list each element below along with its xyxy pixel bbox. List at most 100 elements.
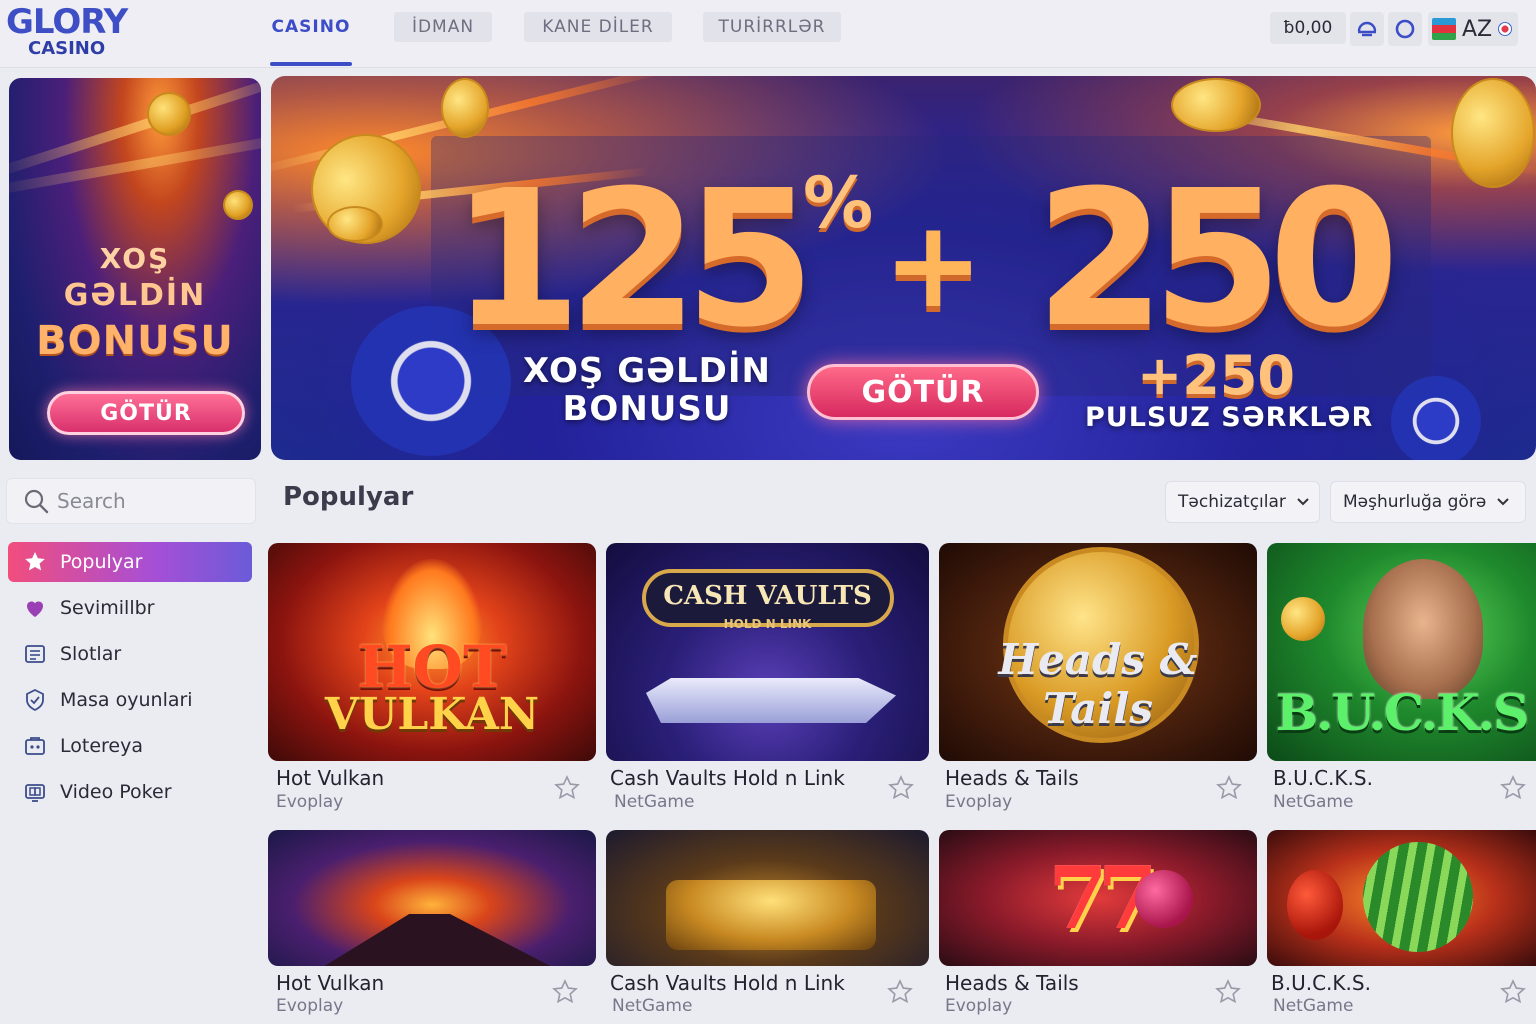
coin-icon (1451, 78, 1535, 188)
favorite-star-icon[interactable] (1214, 978, 1242, 1006)
side-promo-claim-button[interactable]: GÖTÜR (47, 391, 245, 435)
game-title[interactable]: Hot Vulkan (276, 971, 384, 995)
hero-banner[interactable]: 125 % + 250 XOŞ GƏLDİN BONUSU GÖTÜR +250… (271, 76, 1536, 460)
sidebar-item-sevimiller[interactable]: Sevimillbr (8, 588, 252, 628)
favorite-star-icon[interactable] (553, 774, 581, 802)
game-thumbnail[interactable]: CASH VAULTS HOLD N LINK (606, 543, 929, 761)
game-thumbnail[interactable] (268, 830, 596, 966)
favorite-star-icon[interactable] (1499, 978, 1527, 1006)
game-thumbnail[interactable] (606, 830, 929, 966)
coin-icon (147, 92, 191, 136)
favorite-star-icon[interactable] (551, 978, 579, 1006)
language-selector[interactable]: AZ (1428, 12, 1518, 46)
favorite-star-icon[interactable] (887, 774, 915, 802)
portrait-art (1363, 559, 1483, 699)
game-title[interactable]: Heads & Tails (945, 766, 1079, 790)
game-thumbnail[interactable]: 77 (939, 830, 1257, 966)
promo-title-line2: GƏLDİN (63, 278, 207, 313)
logo[interactable]: GLORY CASINO (6, 2, 146, 62)
tab-idman[interactable]: İDMAN (394, 12, 492, 42)
bonus-percent-value: 125 (451, 150, 815, 369)
balance-display[interactable]: ƀ0,00 (1270, 12, 1346, 44)
sidebar-item-masa-oyunlari[interactable]: Masa oyunlari (8, 680, 252, 720)
game-card-bucks[interactable]: B.U.C.K.S. NetGame (1267, 830, 1536, 1024)
side-promo-banner[interactable]: XOŞ GƏLDİN BONUSU GÖTÜR (9, 78, 261, 460)
game-thumbnail[interactable]: HOT VULKAN (268, 543, 596, 761)
logo-wordmark: GLORY (6, 2, 128, 42)
globe-icon (1498, 22, 1513, 36)
game-title[interactable]: Hot Vulkan (276, 766, 384, 790)
sidebar-item-lotereya[interactable]: Lotereya (8, 726, 252, 766)
chevron-down-icon (1497, 498, 1509, 506)
sort-filter-label: Məşhurluğa görə (1343, 492, 1487, 512)
promo-title-line3: BONUSU (36, 318, 234, 364)
yacht-art (646, 678, 896, 723)
game-provider: NetGame (614, 792, 695, 812)
tab-casino[interactable]: CASINO (270, 12, 352, 42)
coin-icon (327, 206, 383, 242)
hero-welcome-text: XOŞ GƏLDİN BONUSU (511, 352, 783, 428)
top-bar: GLORY CASINO CASINO İDMAN KANE DİLER TUR… (0, 0, 1536, 68)
game-art-title: B.U.C.K.S (1275, 683, 1529, 742)
game-thumbnail[interactable]: Heads & Tails (939, 543, 1257, 761)
game-provider: Evoplay (945, 996, 1013, 1016)
game-thumbnail[interactable]: B.U.C.K.S (1267, 543, 1536, 761)
sort-filter[interactable]: Məşhurluğa görə (1330, 481, 1526, 523)
slot-icon (22, 641, 48, 667)
search-icon (24, 489, 49, 514)
sidebar-item-populyar[interactable]: Populyar (8, 542, 252, 582)
game-card-hot-vulkan[interactable]: HOT VULKAN Hot Vulkan Evoplay (268, 543, 596, 818)
free-spins-label: PULSUZ SƏRKLƏR (1085, 402, 1374, 433)
poker-chip-icon (1391, 376, 1481, 460)
game-card-heads-tails[interactable]: Heads & Tails Heads & Tails Evoplay (939, 543, 1257, 818)
hero-welcome-line2: BONUSU (562, 389, 732, 429)
plus-sign: + (883, 196, 984, 335)
game-provider: Evoplay (276, 996, 344, 1016)
game-card-heads-tails[interactable]: 77 Heads & Tails Evoplay (939, 830, 1257, 1024)
gold-pile-art (666, 880, 876, 950)
favorite-star-icon[interactable] (1215, 774, 1243, 802)
game-card-cash-vaults[interactable]: Cash Vaults Hold n Link NetGame (606, 830, 929, 1024)
user-button[interactable] (1350, 12, 1384, 46)
hero-welcome-line1: XOŞ GƏLDİN (523, 351, 771, 391)
sidebar-item-video-poker[interactable]: Video Poker (8, 772, 252, 812)
game-thumbnail[interactable] (1267, 830, 1536, 966)
watermelon-art (1363, 842, 1473, 952)
search-input[interactable] (57, 489, 247, 513)
tab-turirrler[interactable]: TURİRRLƏR (703, 12, 841, 42)
game-provider: Evoplay (945, 792, 1013, 812)
star-icon (22, 549, 48, 575)
hero-claim-button[interactable]: GÖTÜR (807, 364, 1039, 420)
game-title[interactable]: Cash Vaults Hold n Link (610, 766, 845, 790)
video-poker-icon (22, 779, 48, 805)
game-card-bucks[interactable]: B.U.C.K.S B.U.C.K.S. NetGame (1267, 543, 1536, 818)
percent-sign: % (803, 162, 874, 244)
circle-icon (1395, 19, 1415, 39)
sidebar-item-label: Populyar (60, 551, 143, 573)
game-card-hot-vulkan[interactable]: Hot Vulkan Evoplay (268, 830, 596, 1024)
game-title[interactable]: B.U.C.K.S. (1271, 971, 1371, 995)
status-button[interactable] (1388, 12, 1422, 46)
coin-icon (223, 190, 253, 220)
providers-filter[interactable]: Təchizatçılar (1165, 481, 1320, 523)
game-title[interactable]: Cash Vaults Hold n Link (610, 971, 845, 995)
favorite-star-icon[interactable] (1499, 774, 1527, 802)
sidebar-item-label: Video Poker (60, 781, 172, 803)
category-nav: Populyar Sevimillbr Slotlar Masa oyunlar… (8, 542, 252, 818)
search-box[interactable] (6, 478, 256, 524)
bonus-amount-value: 250 (1035, 150, 1399, 369)
logo-subtitle: CASINO (28, 38, 106, 59)
game-title[interactable]: B.U.C.K.S. (1273, 766, 1373, 790)
sidebar-item-slotlar[interactable]: Slotlar (8, 634, 252, 674)
lottery-icon (22, 733, 48, 759)
game-card-cash-vaults[interactable]: CASH VAULTS HOLD N LINK Cash Vaults Hold… (606, 543, 929, 818)
sidebar-item-label: Masa oyunlari (60, 689, 193, 711)
user-icon (1357, 21, 1377, 37)
coin-icon (1171, 78, 1261, 132)
free-spins-count: +250 (1137, 344, 1295, 407)
table-games-icon (22, 687, 48, 713)
favorite-star-icon[interactable] (886, 978, 914, 1006)
game-art-subtitle: HOLD N LINK (723, 617, 812, 631)
game-title[interactable]: Heads & Tails (945, 971, 1079, 995)
tab-kane-diler[interactable]: KANE DİLER (524, 12, 672, 42)
